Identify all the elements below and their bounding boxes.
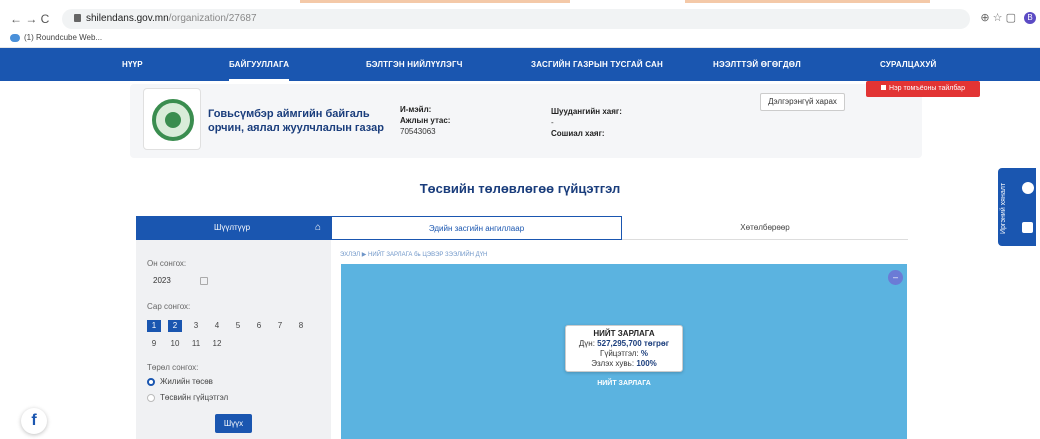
bookmark-icon: [10, 33, 20, 42]
month-label: Сар сонгох:: [147, 302, 191, 311]
tab-economic-classification[interactable]: Эдийн засгийн ангиллаар: [331, 216, 622, 240]
contact-info: И-мэйл: Ажлын утас: 70543063: [400, 104, 450, 137]
glossary-label: Нэр томъёоны тайлбар: [889, 85, 965, 92]
home-icon[interactable]: ⌂: [315, 216, 321, 240]
email-label: И-мэйл:: [400, 105, 432, 114]
feedback-label: Иргэний хяналт: [1000, 182, 1007, 234]
filter-header: Шүүлтүүр ⌂: [136, 216, 331, 240]
filter-submit-button[interactable]: Шүүх: [215, 414, 252, 433]
facebook-icon[interactable]: f: [21, 408, 47, 434]
tooltip-amount-row: Дүн: 527,295,700 төгрөг: [566, 339, 682, 349]
filter-title: Шүүлтүүр: [214, 223, 251, 232]
organization-card: Говьсүмбэр аймгийн байгаль орчин, аялал …: [130, 84, 922, 158]
postal-label: Шуудангийн хаяг:: [551, 107, 622, 116]
organization-name: Говьсүмбэр аймгийн байгаль орчин, аялал …: [208, 108, 384, 134]
calendar-icon[interactable]: [200, 277, 208, 285]
month-9[interactable]: 9: [147, 338, 161, 350]
amount-label: Дүн:: [578, 339, 595, 348]
tooltip-share-row: Эзлэх хувь: 100%: [566, 359, 682, 369]
accent-strip: [0, 0, 1040, 3]
nav-item-home[interactable]: НҮҮР: [122, 48, 143, 81]
nav-item-suppliers[interactable]: БЭЛТГЭН НИЙЛҮҮЛЭГЧ: [366, 48, 463, 81]
nav-item-open-data[interactable]: НЭЭЛТТЭЙ ӨГӨГДӨЛ: [713, 48, 801, 81]
thumbs-up-icon[interactable]: [1022, 222, 1033, 233]
month-10[interactable]: 10: [168, 338, 182, 350]
treemap-node-label: НИЙТ ЗАРЛАГА: [597, 380, 651, 387]
tooltip-performance-row: Гүйцэтгэл: %: [566, 349, 682, 359]
browser-chrome: ← → C shilendans.gov.mn/organization/276…: [0, 0, 1040, 48]
organization-logo: [143, 88, 201, 150]
phone-value: 70543063: [400, 127, 436, 136]
year-label: Он сонгох:: [147, 259, 187, 268]
type-option-annual-label: Жилийн төсөв: [160, 377, 213, 386]
type-option-performance[interactable]: Төсвийн гүйцэтгэл: [147, 393, 228, 402]
treemap-breadcrumb[interactable]: ЭХЛЭЛ ▶ НИЙТ ЗАРЛАГА бь ЦЭВЭР ЗЭЭЛИЙН ДҮ…: [340, 251, 487, 258]
share-label: Эзлэх хувь:: [591, 359, 635, 368]
browser-nav-buttons[interactable]: ← → C: [10, 12, 49, 26]
type-option-annual[interactable]: Жилийн төсөв: [147, 377, 213, 386]
citizen-feedback-tab[interactable]: Иргэний хяналт: [998, 168, 1036, 246]
postal-value: -: [551, 118, 554, 127]
month-6[interactable]: 6: [252, 320, 266, 332]
radio-selected-icon[interactable]: [147, 377, 155, 386]
month-12[interactable]: 12: [210, 338, 224, 350]
glossary-button[interactable]: Нэр томъёоны тайлбар: [866, 81, 980, 97]
nav-item-organization[interactable]: БАЙГУУЛЛАГА: [229, 48, 290, 81]
tab-programs[interactable]: Хөтөлбөрөөр: [622, 216, 908, 240]
bookmark-label: (1) Roundcube Web...: [24, 33, 103, 42]
url-path: /organization/27687: [168, 13, 257, 24]
view-details-button[interactable]: Дэлгэрэнгүй харах: [760, 93, 845, 111]
page-title: Төсвийн төлөвлөгөө гүйцэтгэл: [419, 181, 621, 196]
lock-icon: [74, 14, 81, 22]
month-7[interactable]: 7: [273, 320, 287, 332]
month-1[interactable]: 1: [147, 320, 161, 332]
year-select[interactable]: 2023: [153, 276, 171, 285]
browser-action-icons[interactable]: ⊕ ☆ ▢: [980, 11, 1016, 24]
month-3[interactable]: 3: [189, 320, 203, 332]
main-navigation: НҮҮР БАЙГУУЛЛАГА БЭЛТГЭН НИЙЛҮҮЛЭГЧ ЗАСГ…: [0, 48, 1040, 81]
nav-item-learning[interactable]: СУРАЛЦАХУЙ: [880, 48, 936, 81]
browser-actions: ⊕ ☆ ▢ B: [980, 11, 1036, 24]
treemap-tooltip: НИЙТ ЗАРЛАГА Дүн: 527,295,700 төгрөг Гүй…: [565, 325, 683, 372]
address-info: Шуудангийн хаяг: - Сошиал хаяг:: [551, 106, 622, 139]
month-4[interactable]: 4: [210, 320, 224, 332]
month-8[interactable]: 8: [294, 320, 308, 332]
phone-label: Ажлын утас:: [400, 116, 451, 125]
month-2[interactable]: 2: [168, 320, 182, 332]
radio-icon[interactable]: [147, 393, 155, 402]
book-icon: [881, 85, 887, 90]
share-value: 100%: [636, 359, 657, 368]
address-bar[interactable]: shilendans.gov.mn/organization/27687: [62, 9, 970, 29]
url-host: shilendans.gov.mn: [86, 13, 169, 24]
performance-value: %: [640, 349, 649, 358]
nav-item-special-fund[interactable]: ЗАСГИЙН ГАЗРЫН ТУСГАЙ САН: [531, 48, 663, 81]
profile-avatar[interactable]: B: [1024, 11, 1036, 24]
performance-label: Гүйцэтгэл:: [599, 349, 639, 358]
chat-icon[interactable]: [1022, 182, 1034, 194]
month-11[interactable]: 11: [189, 338, 203, 350]
filter-panel: Он сонгох: 2023 Сар сонгох: 1 2 3 4 5 6 …: [136, 240, 331, 439]
tooltip-title: НИЙТ ЗАРЛАГА: [593, 329, 655, 338]
bookmark-roundcube[interactable]: (1) Roundcube Web...: [10, 33, 102, 42]
type-label: Төрөл сонгох:: [147, 363, 199, 372]
tab-bar: Эдийн засгийн ангиллаар Хөтөлбөрөөр: [331, 216, 908, 240]
amount-value: 527,295,700 төгрөг: [597, 339, 670, 348]
type-option-performance-label: Төсвийн гүйцэтгэл: [160, 393, 229, 402]
social-label: Сошиал хаяг:: [551, 129, 605, 138]
collapse-icon[interactable]: –: [888, 270, 903, 285]
month-5[interactable]: 5: [231, 320, 245, 332]
